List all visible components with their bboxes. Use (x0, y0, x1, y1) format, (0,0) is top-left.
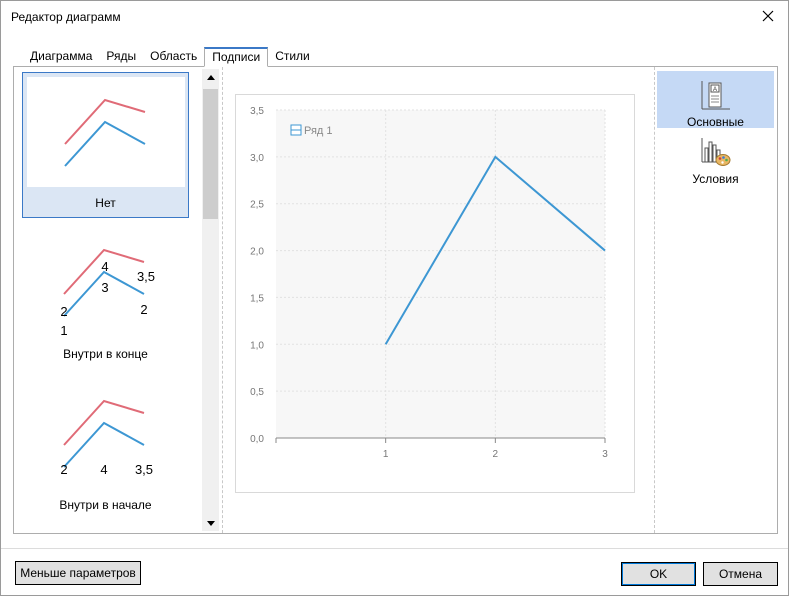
chart-preview: 0,0 0,5 1,0 1,5 2,0 2,5 3,0 3,5 1 2 3 Ряд 1 (235, 94, 635, 493)
y-tick-label: 2,5 (250, 200, 264, 211)
scroll-thumb[interactable] (203, 89, 218, 219)
label-option-inside-end[interactable]: 4 3,5 3 2 2 1 Внутри в конце (22, 223, 189, 369)
label-option-none[interactable]: Нет (22, 72, 189, 218)
scroll-up-button[interactable] (202, 69, 219, 85)
legend-label: Ряд 1 (304, 125, 333, 137)
title-bar: Редактор диаграмм (1, 1, 788, 32)
value-label: 3 (101, 280, 108, 295)
plot-area (276, 110, 605, 438)
vertical-scrollbar[interactable] (202, 69, 219, 531)
value-label: 1 (60, 323, 67, 337)
y-tick-label: 0,5 (250, 387, 264, 398)
tab-area[interactable]: Область (143, 47, 204, 67)
value-label: 2 (60, 304, 67, 319)
footer-separator (1, 548, 788, 549)
panel-divider (654, 67, 655, 533)
y-tick-label: 1,0 (250, 340, 264, 351)
label-options-list: Нет 4 3,5 3 2 2 1 Внутри в конце 2 4 3,5… (14, 67, 219, 533)
option-thumbnail: 4 3,5 3 2 2 1 (60, 248, 155, 337)
conditions-label: Условия (692, 172, 739, 186)
y-tick-label: 1,5 (250, 293, 264, 304)
value-label: 4 (101, 259, 108, 274)
x-tick-label: 2 (493, 449, 499, 460)
x-tick-label: 3 (602, 449, 608, 460)
option-label: Внутри в конце (63, 347, 148, 361)
value-label: 2 (140, 302, 147, 317)
close-button[interactable] (748, 1, 788, 31)
option-thumbnail (27, 77, 185, 187)
y-tick-label: 3,5 (250, 106, 264, 117)
panel-divider (222, 67, 223, 533)
window-title: Редактор диаграмм (11, 10, 121, 24)
basic-settings-label: Основные (687, 115, 744, 129)
arrow-up-icon (206, 74, 215, 80)
basic-settings-item[interactable]: A Основные (657, 71, 774, 129)
close-icon (762, 10, 774, 22)
tab-chart[interactable]: Диаграмма (23, 47, 99, 67)
option-thumbnail: 2 4 3,5 (60, 399, 153, 477)
tab-series[interactable]: Ряды (99, 47, 143, 67)
tab-styles[interactable]: Стили (268, 47, 317, 67)
y-tick-label: 3,0 (250, 153, 264, 164)
conditions-icon (701, 138, 731, 166)
value-label: 3,5 (135, 462, 153, 477)
tab-strip: Диаграмма Ряды Область Подписи Стили (23, 47, 317, 67)
label-settings-panel: A Основные Условия (657, 71, 775, 186)
label-option-inside-start[interactable]: 2 4 3,5 Внутри в начале (22, 374, 189, 520)
x-tick-label: 1 (383, 449, 389, 460)
fewer-params-button[interactable]: Меньше параметров (15, 561, 141, 585)
value-label: 4 (100, 462, 107, 477)
tab-content: Нет 4 3,5 3 2 2 1 Внутри в конце 2 4 3,5… (13, 66, 778, 534)
svg-text:A: A (713, 87, 717, 93)
option-label: Внутри в начале (59, 498, 152, 512)
tab-labels[interactable]: Подписи (204, 47, 269, 67)
chart-svg: 0,0 0,5 1,0 1,5 2,0 2,5 3,0 3,5 1 2 3 Ряд 1 (250, 106, 608, 460)
chart-editor-window: Редактор диаграмм Диаграмма Ряды Область… (0, 0, 789, 596)
scroll-down-button[interactable] (202, 515, 219, 531)
y-tick-label: 2,0 (250, 247, 264, 258)
conditions-item[interactable]: Условия (657, 128, 774, 186)
arrow-down-icon (206, 520, 215, 526)
ok-button[interactable]: OK (621, 562, 696, 586)
label-basic-icon: A (701, 81, 730, 110)
option-label: Нет (95, 196, 116, 210)
value-label: 2 (60, 462, 67, 477)
value-label: 3,5 (137, 269, 155, 284)
y-tick-label: 0,0 (250, 434, 264, 445)
cancel-button[interactable]: Отмена (703, 562, 778, 586)
